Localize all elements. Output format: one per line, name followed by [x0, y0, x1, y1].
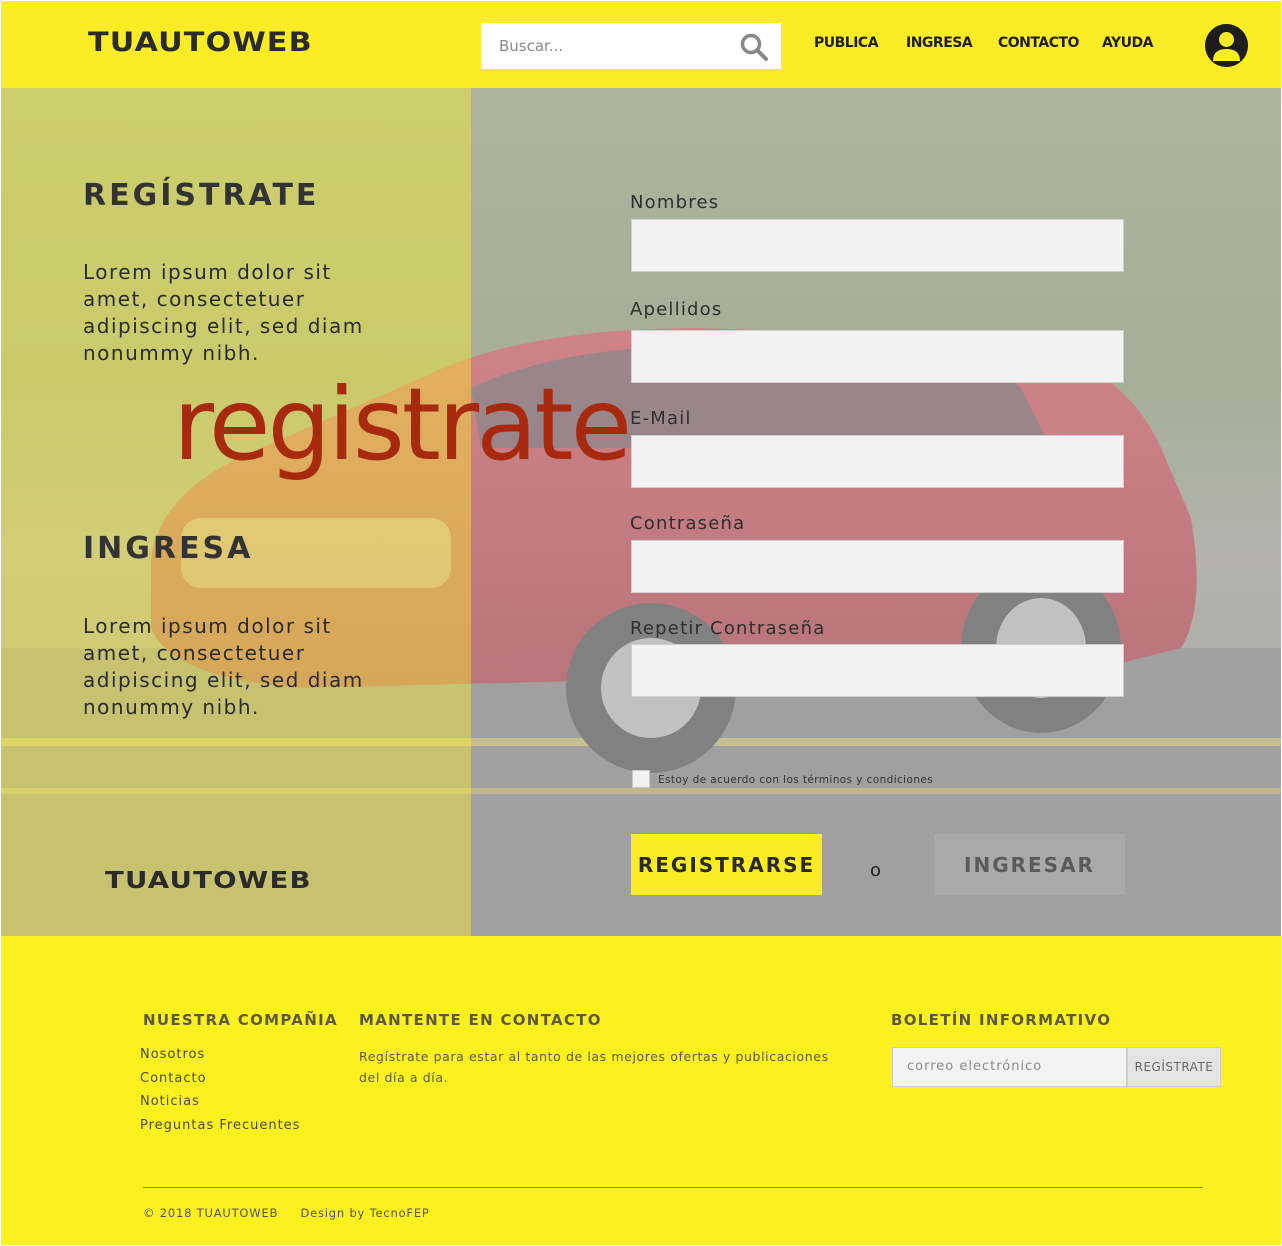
email-field[interactable]: [631, 435, 1124, 488]
label-nombres: Nombres: [630, 192, 720, 213]
search-icon[interactable]: [739, 32, 769, 62]
nav-contacto[interactable]: CONTACTO: [998, 35, 1079, 51]
site-footer: NUESTRA COMPAÑIA MANTENTE EN CONTACTO BO…: [1, 936, 1281, 1245]
nav-ingresa[interactable]: INGRESA: [906, 35, 973, 51]
newsletter-heading: BOLETÍN INFORMATIVO: [891, 1011, 1112, 1029]
footer-divider: [143, 1187, 1203, 1188]
terms-checkbox[interactable]: [632, 770, 650, 788]
footer-link-noticias[interactable]: Noticias: [140, 1094, 200, 1109]
login-description: Lorem ipsum dolor sit amet, consectetuer…: [83, 614, 364, 719]
newsletter-email-field[interactable]: correo electrónico: [892, 1047, 1127, 1087]
repeat-password-field[interactable]: [631, 644, 1124, 697]
apellidos-field[interactable]: [631, 330, 1124, 383]
search-box[interactable]: Buscar...: [481, 23, 781, 69]
copyright: © 2018 TUAUTOWEB Design by TecnoFEP: [143, 1206, 430, 1220]
newsletter-submit-button[interactable]: REGÍSTRATE: [1127, 1047, 1221, 1087]
nav-publica[interactable]: PUBLICA: [814, 35, 879, 51]
hero-section: REGÍSTRATE Lorem ipsum dolor sit amet, c…: [1, 88, 1281, 936]
contact-heading: MANTENTE EN CONTACTO: [359, 1011, 602, 1029]
terms-label: Estoy de acuerdo con los términos y cond…: [658, 774, 934, 786]
search-input[interactable]: Buscar...: [499, 37, 563, 55]
company-heading: NUESTRA COMPAÑIA: [143, 1011, 338, 1029]
password-field[interactable]: [631, 540, 1124, 593]
hero-right-panel: [471, 88, 1281, 936]
nav-ayuda[interactable]: AYUDA: [1102, 35, 1153, 51]
register-description: Lorem ipsum dolor sit amet, consectetuer…: [83, 260, 364, 365]
or-separator: o: [870, 860, 882, 881]
label-email: E-Mail: [630, 408, 692, 429]
nombres-field[interactable]: [631, 219, 1124, 272]
label-password: Contraseña: [630, 513, 746, 534]
registrate-overlay-text: registrate: [173, 366, 632, 483]
register-title: REGÍSTRATE: [83, 178, 320, 213]
footer-link-faq[interactable]: Preguntas Frecuentes: [140, 1118, 300, 1133]
newsletter-placeholder: correo electrónico: [907, 1059, 1043, 1074]
label-apellidos: Apellidos: [630, 299, 723, 320]
hero-logo: TUAUTOWEB: [105, 868, 312, 894]
login-title: INGRESA: [83, 531, 254, 566]
site-header: TUAUTOWEB Buscar... PUBLICA INGRESA CONT…: [1, 1, 1281, 88]
site-logo[interactable]: TUAUTOWEB: [88, 27, 313, 58]
hero-left-panel: [1, 88, 471, 936]
contact-description: Regístrate para estar al tanto de las me…: [359, 1049, 829, 1085]
footer-link-nosotros[interactable]: Nosotros: [140, 1047, 205, 1062]
label-repeat-password: Repetir Contraseña: [630, 618, 826, 639]
login-button[interactable]: INGRESAR: [934, 834, 1125, 895]
footer-link-contacto[interactable]: Contacto: [140, 1071, 207, 1086]
user-icon[interactable]: [1205, 24, 1248, 67]
register-button[interactable]: REGISTRARSE: [631, 834, 822, 895]
